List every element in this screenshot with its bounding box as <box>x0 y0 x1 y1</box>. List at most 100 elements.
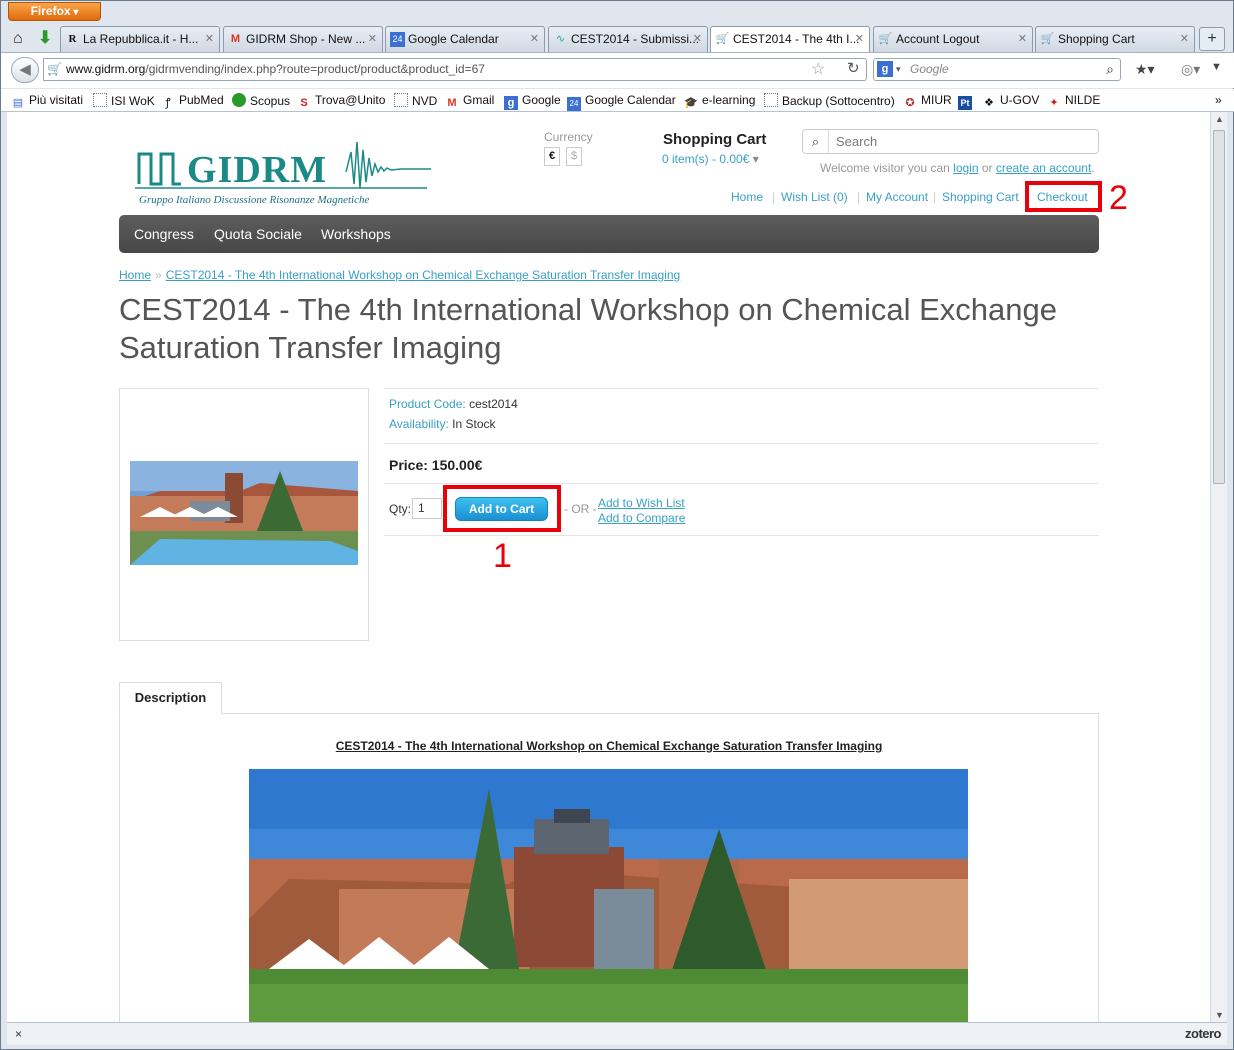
tab-cest-product[interactable]: 🛒 CEST2014 - The 4th I... ✕ <box>710 26 870 53</box>
bookmark-folder-icon: ▤ <box>12 97 24 109</box>
bookmark-pt[interactable]: Pt <box>958 93 976 110</box>
download-icon[interactable]: ⬇ <box>38 29 56 47</box>
gidrm-logo[interactable]: GIDRM Gruppo Italiano Discussione Risona… <box>131 142 437 212</box>
ugov-icon: ❖ <box>984 97 994 109</box>
miur-emblem-icon: ✪ <box>905 97 915 109</box>
currency-euro-button[interactable]: € <box>544 147 560 166</box>
tab-description[interactable]: Description <box>119 682 222 714</box>
tab-close-icon[interactable]: ✕ <box>530 27 539 52</box>
new-tab-button[interactable]: + <box>1199 27 1225 51</box>
tab-close-icon[interactable]: ✕ <box>1180 27 1189 52</box>
annotation-step-2: 2 <box>1109 179 1128 217</box>
scrollbar-thumb[interactable] <box>1213 130 1225 484</box>
vertical-scrollbar[interactable]: ▲ ▼ <box>1210 112 1227 1022</box>
search-icon[interactable]: ⌕ <box>1106 59 1114 80</box>
tab-close-icon[interactable]: ✕ <box>205 27 214 52</box>
search-icon[interactable]: ⌕ <box>803 130 829 153</box>
site-search-input[interactable]: ⌕ Search <box>802 129 1099 154</box>
add-to-wishlist-link[interactable]: Add to Wish List <box>598 496 685 510</box>
graduation-cap-icon: 🎓 <box>684 97 698 109</box>
page-favicon-icon: 🛒 <box>47 62 62 76</box>
close-addon-bar-icon[interactable]: × <box>15 1027 22 1041</box>
bookmarks-menu-icon[interactable]: ★▾ <box>1135 61 1155 78</box>
breadcrumb-current-link[interactable]: CEST2014 - The 4th International Worksho… <box>166 268 681 282</box>
bookmark-pubmed[interactable]: ꝭ PubMed <box>161 93 223 110</box>
scroll-down-icon[interactable]: ▼ <box>1215 1010 1224 1020</box>
bookmark-page-icon <box>764 93 778 107</box>
divider <box>384 443 1099 444</box>
main-menu: Congress Quota Sociale Workshops <box>119 215 1099 253</box>
bookmark-page-icon <box>394 93 408 107</box>
menu-quota-sociale[interactable]: Quota Sociale <box>214 226 302 242</box>
engine-dropdown-icon[interactable]: ▾ <box>896 59 901 80</box>
cart-favicon-icon: 🛒 <box>1040 33 1055 45</box>
tab-shopping-cart[interactable]: 🛒 Shopping Cart ✕ <box>1035 26 1195 52</box>
cart-favicon-icon: 🛒 <box>715 33 730 45</box>
bookmark-trova-unito[interactable]: S Trova@Unito <box>297 93 385 110</box>
bookmark-miur[interactable]: ✪ MIUR <box>903 93 951 110</box>
annotation-box-add-to-cart <box>443 485 561 532</box>
create-account-link[interactable]: create an account <box>996 161 1091 175</box>
divider <box>384 388 1099 389</box>
back-button[interactable]: ◀ <box>11 57 39 83</box>
zotero-icon[interactable]: zotero <box>1185 1026 1222 1041</box>
my-account-link[interactable]: My Account <box>866 190 928 204</box>
scopus-icon <box>232 93 246 107</box>
repubblica-favicon-icon: R <box>68 33 77 45</box>
bookmark-nvd[interactable]: NVD <box>394 93 437 108</box>
url-bar[interactable]: www.gidrm.org/gidrmvending/index.php?rou… <box>43 58 867 81</box>
add-to-compare-link[interactable]: Add to Compare <box>598 511 685 525</box>
currency-dollar-button[interactable]: $ <box>566 147 582 166</box>
annotation-step-1: 1 <box>493 537 512 575</box>
tab-close-icon[interactable]: ✕ <box>693 27 702 52</box>
breadcrumb-separator: » <box>155 268 162 282</box>
browser-search-input[interactable]: g ▾ Google ⌕ <box>873 58 1121 81</box>
tab-account-logout[interactable]: 🛒 Account Logout ✕ <box>873 26 1033 52</box>
firefox-menu-button[interactable]: Firefox <box>8 2 101 21</box>
product-availability: Availability: In Stock <box>389 417 496 431</box>
tab-cest-submission[interactable]: ∿ CEST2014 - Submissi... ✕ <box>548 26 708 52</box>
qty-label: Qty: <box>389 502 412 516</box>
bookmark-gmail[interactable]: M Gmail <box>445 93 494 110</box>
google-search-engine-icon[interactable]: g <box>877 61 893 77</box>
tab-repubblica[interactable]: R La Repubblica.it - H... ✕ <box>60 26 220 52</box>
status-bar: × zotero <box>7 1022 1227 1045</box>
menu-workshops[interactable]: Workshops <box>321 226 391 242</box>
qty-input[interactable]: 1 <box>412 498 442 519</box>
login-link[interactable]: login <box>953 161 978 175</box>
logo-subtitle: Gruppo Italiano Discussione Risonanze Ma… <box>139 194 370 206</box>
bookmark-isi-wok[interactable]: ISI WoK <box>93 93 155 108</box>
tab-gidrm-shop[interactable]: M GIDRM Shop - New ... ✕ <box>223 26 383 52</box>
bookmark-nilde[interactable]: ✦ NILDE <box>1047 93 1100 110</box>
gmail-icon: M <box>447 97 457 109</box>
bookmark-e-learning[interactable]: 🎓 e-learning <box>684 93 755 110</box>
home-link[interactable]: Home <box>731 190 763 204</box>
pt-icon: Pt <box>958 96 972 110</box>
menu-congress[interactable]: Congress <box>134 226 194 242</box>
cart-summary-dropdown[interactable]: 0 item(s) - 0.00€ <box>662 152 759 166</box>
scroll-up-icon[interactable]: ▲ <box>1215 114 1224 124</box>
bookmark-piu-visitati[interactable]: ▤ Più visitati <box>11 93 83 110</box>
reload-icon[interactable]: ↻ <box>847 59 860 77</box>
bookmark-google-calendar[interactable]: 24 Google Calendar <box>567 93 676 111</box>
currency-label: Currency <box>544 130 593 144</box>
product-thumbnail-image[interactable] <box>130 461 358 565</box>
home-icon[interactable]: ⌂ <box>13 30 33 48</box>
calendar-icon: 24 <box>567 97 581 111</box>
bookmark-backup[interactable]: Backup (Sottocentro) <box>764 93 895 108</box>
bookmark-u-gov[interactable]: ❖ U-GOV <box>982 93 1039 110</box>
bookmarks-overflow-icon[interactable]: » <box>1215 93 1222 107</box>
page-title: CEST2014 - The 4th International Worksho… <box>119 292 1057 365</box>
bookmark-google[interactable]: g Google <box>504 93 561 110</box>
breadcrumb-home-link[interactable]: Home <box>119 268 151 282</box>
addon-icon[interactable]: ◎▾ <box>1181 61 1200 78</box>
shopping-cart-link[interactable]: Shopping Cart <box>942 190 1019 204</box>
tab-close-icon[interactable]: ✕ <box>368 27 377 52</box>
tab-close-icon[interactable]: ✕ <box>1018 27 1027 52</box>
wishlist-link[interactable]: Wish List (0) <box>781 190 848 204</box>
tab-close-icon[interactable]: ✕ <box>855 27 864 52</box>
tab-google-calendar[interactable]: 24 Google Calendar ✕ <box>385 26 545 52</box>
bookmark-scopus[interactable]: Scopus <box>232 93 290 108</box>
overflow-menu-icon[interactable]: ▼ <box>1211 61 1222 73</box>
bookmark-star-icon[interactable]: ☆ <box>811 59 825 79</box>
